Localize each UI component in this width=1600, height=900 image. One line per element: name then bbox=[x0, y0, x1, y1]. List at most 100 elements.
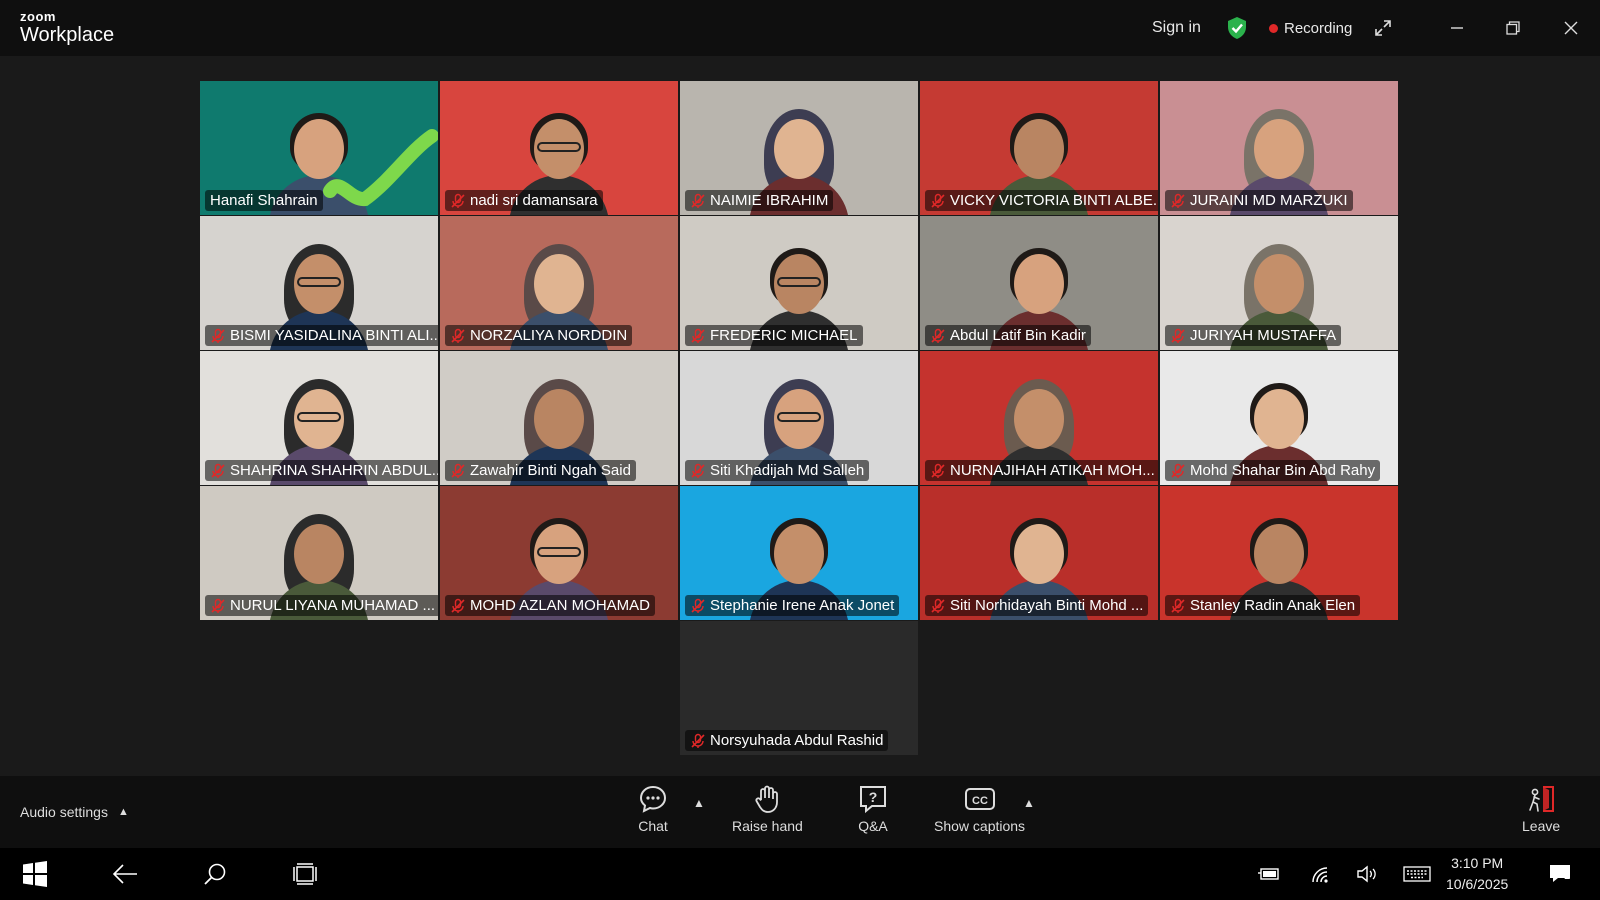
participant-nameplate: Abdul Latif Bin Kadir bbox=[925, 325, 1091, 346]
participant-name: VICKY VICTORIA BINTI ALBE... bbox=[950, 192, 1158, 209]
leave-icon bbox=[1529, 786, 1555, 812]
participant-nameplate: VICKY VICTORIA BINTI ALBE... bbox=[925, 190, 1158, 211]
participant-tile[interactable]: nadi sri damansara bbox=[440, 81, 678, 215]
participant-tile[interactable]: NAIMIE IBRAHIM bbox=[680, 81, 918, 215]
participant-tile[interactable]: BISMI YASIDALINA BINTI ALI... bbox=[200, 216, 438, 350]
captions-options-chevron-icon[interactable]: ▲ bbox=[1023, 796, 1035, 810]
windows-start-icon[interactable] bbox=[14, 848, 56, 900]
brand-large: Workplace bbox=[20, 24, 115, 46]
chat-options-chevron-icon[interactable]: ▲ bbox=[693, 796, 705, 810]
participant-tile[interactable]: MOHD AZLAN MOHAMAD bbox=[440, 486, 678, 620]
sign-in-button[interactable]: Sign in bbox=[1152, 0, 1201, 56]
participant-tile[interactable]: SHAHRINA SHAHRIN ABDUL... bbox=[200, 351, 438, 485]
muted-mic-icon bbox=[451, 193, 465, 208]
recording-label: Recording bbox=[1284, 19, 1353, 37]
participant-name: nadi sri damansara bbox=[470, 192, 598, 209]
participant-name: NURUL LIYANA MUHAMAD ... bbox=[230, 597, 436, 614]
participant-name: MOHD AZLAN MOHAMAD bbox=[470, 597, 651, 614]
action-center-icon[interactable]: 1 bbox=[1544, 848, 1578, 900]
system-clock[interactable]: 3:10 PM 10/6/2025 bbox=[1446, 853, 1508, 895]
windows-taskbar: 3:10 PM 10/6/2025 1 bbox=[0, 848, 1600, 900]
participant-nameplate: Mohd Shahar Bin Abd Rahy bbox=[1165, 460, 1381, 481]
participant-tile[interactable]: Siti Khadijah Md Salleh bbox=[680, 351, 918, 485]
audio-settings-button[interactable]: Audio settings ▲ bbox=[20, 776, 129, 848]
participant-nameplate: Norsyuhada Abdul Rashid bbox=[685, 730, 889, 751]
participant-name: Abdul Latif Bin Kadir bbox=[950, 327, 1086, 344]
participant-tile[interactable]: VICKY VICTORIA BINTI ALBE... bbox=[920, 81, 1158, 215]
participant-tile[interactable]: JURIYAH MUSTAFFA bbox=[1160, 216, 1398, 350]
participant-nameplate: Siti Norhidayah Binti Mohd ... bbox=[925, 595, 1149, 616]
leave-button[interactable]: Leave bbox=[1522, 784, 1560, 844]
participant-nameplate: Stanley Radin Anak Elen bbox=[1165, 595, 1361, 616]
keyboard-icon[interactable] bbox=[1400, 848, 1434, 900]
restore-icon[interactable] bbox=[1485, 0, 1541, 56]
participant-name: NAIMIE IBRAHIM bbox=[710, 192, 829, 209]
participant-tile[interactable]: NURUL LIYANA MUHAMAD ... bbox=[200, 486, 438, 620]
participant-nameplate: nadi sri damansara bbox=[445, 190, 603, 211]
muted-mic-icon bbox=[451, 328, 465, 343]
security-shield-icon[interactable] bbox=[1226, 0, 1248, 56]
participant-nameplate: NORZALIYA NORDDIN bbox=[445, 325, 633, 346]
participant-tile[interactable]: Mohd Shahar Bin Abd Rahy bbox=[1160, 351, 1398, 485]
svg-text:CC: CC bbox=[972, 795, 988, 807]
participant-name: Mohd Shahar Bin Abd Rahy bbox=[1190, 462, 1376, 479]
task-view-icon[interactable] bbox=[285, 848, 325, 900]
participant-name: JURAINI MD MARZUKI bbox=[1190, 192, 1348, 209]
participant-tile[interactable]: Zawahir Binti Ngah Said bbox=[440, 351, 678, 485]
participant-nameplate: SHAHRINA SHAHRIN ABDUL... bbox=[205, 460, 438, 481]
muted-mic-icon bbox=[211, 463, 225, 478]
participant-tile[interactable]: Norsyuhada Abdul Rashid bbox=[680, 621, 918, 755]
fullscreen-icon[interactable] bbox=[1355, 0, 1411, 56]
chat-label: Chat bbox=[638, 818, 668, 834]
minimize-icon[interactable] bbox=[1429, 0, 1485, 56]
participant-nameplate: Zawahir Binti Ngah Said bbox=[445, 460, 636, 481]
participant-tile[interactable]: Siti Norhidayah Binti Mohd ... bbox=[920, 486, 1158, 620]
muted-mic-icon bbox=[1171, 193, 1185, 208]
recording-dot-icon bbox=[1269, 23, 1278, 33]
wifi-icon[interactable] bbox=[1306, 848, 1336, 900]
participant-nameplate: NURUL LIYANA MUHAMAD ... bbox=[205, 595, 438, 616]
participant-name: NURNAJIHAH ATIKAH MOH... bbox=[950, 462, 1155, 479]
chat-button[interactable]: Chat bbox=[638, 784, 668, 844]
recording-indicator[interactable]: Recording bbox=[1269, 0, 1352, 56]
svg-text:?: ? bbox=[869, 789, 878, 805]
participant-tile[interactable]: JURAINI MD MARZUKI bbox=[1160, 81, 1398, 215]
show-captions-label: Show captions bbox=[934, 818, 1026, 834]
volume-icon[interactable] bbox=[1352, 848, 1382, 900]
show-captions-button[interactable]: CC Show captions bbox=[934, 784, 1025, 844]
muted-mic-icon bbox=[211, 598, 225, 613]
participant-tile[interactable]: Hanafi Shahrain bbox=[200, 81, 438, 215]
participant-nameplate: BISMI YASIDALINA BINTI ALI... bbox=[205, 325, 438, 346]
muted-mic-icon bbox=[931, 328, 945, 343]
participant-nameplate: JURAINI MD MARZUKI bbox=[1165, 190, 1353, 211]
participant-nameplate: MOHD AZLAN MOHAMAD bbox=[445, 595, 656, 616]
back-arrow-icon[interactable] bbox=[105, 848, 145, 900]
clock-date: 10/6/2025 bbox=[1446, 876, 1509, 892]
muted-mic-icon bbox=[931, 193, 945, 208]
close-icon[interactable] bbox=[1543, 0, 1599, 56]
battery-icon[interactable] bbox=[1254, 848, 1284, 900]
participant-name: SHAHRINA SHAHRIN ABDUL... bbox=[230, 462, 438, 479]
clock-time: 3:10 PM bbox=[1451, 855, 1504, 871]
muted-mic-icon bbox=[691, 463, 705, 478]
participant-name: NORZALIYA NORDDIN bbox=[470, 327, 628, 344]
participant-nameplate: Hanafi Shahrain bbox=[205, 190, 323, 211]
brand-small: zoom bbox=[20, 9, 56, 24]
participant-tile[interactable]: Abdul Latif Bin Kadir bbox=[920, 216, 1158, 350]
raise-hand-button[interactable]: Raise hand bbox=[732, 784, 803, 844]
participant-tile[interactable]: FREDERIC MICHAEL bbox=[680, 216, 918, 350]
muted-mic-icon bbox=[1171, 463, 1185, 478]
search-icon[interactable] bbox=[195, 848, 235, 900]
participant-nameplate: JURIYAH MUSTAFFA bbox=[1165, 325, 1342, 346]
participant-name: Stanley Radin Anak Elen bbox=[1190, 597, 1356, 614]
qa-button[interactable]: ? Q&A bbox=[858, 784, 888, 844]
participant-tile[interactable]: Stanley Radin Anak Elen bbox=[1160, 486, 1398, 620]
participant-tile[interactable]: Stephanie Irene Anak Jonet bbox=[680, 486, 918, 620]
leave-label: Leave bbox=[1522, 818, 1561, 834]
muted-mic-icon bbox=[451, 463, 465, 478]
chevron-up-icon: ▲ bbox=[117, 806, 129, 818]
participant-tile[interactable]: NORZALIYA NORDDIN bbox=[440, 216, 678, 350]
muted-mic-icon bbox=[931, 463, 945, 478]
participant-name: Norsyuhada Abdul Rashid bbox=[710, 732, 884, 749]
participant-tile[interactable]: NURNAJIHAH ATIKAH MOH... bbox=[920, 351, 1158, 485]
